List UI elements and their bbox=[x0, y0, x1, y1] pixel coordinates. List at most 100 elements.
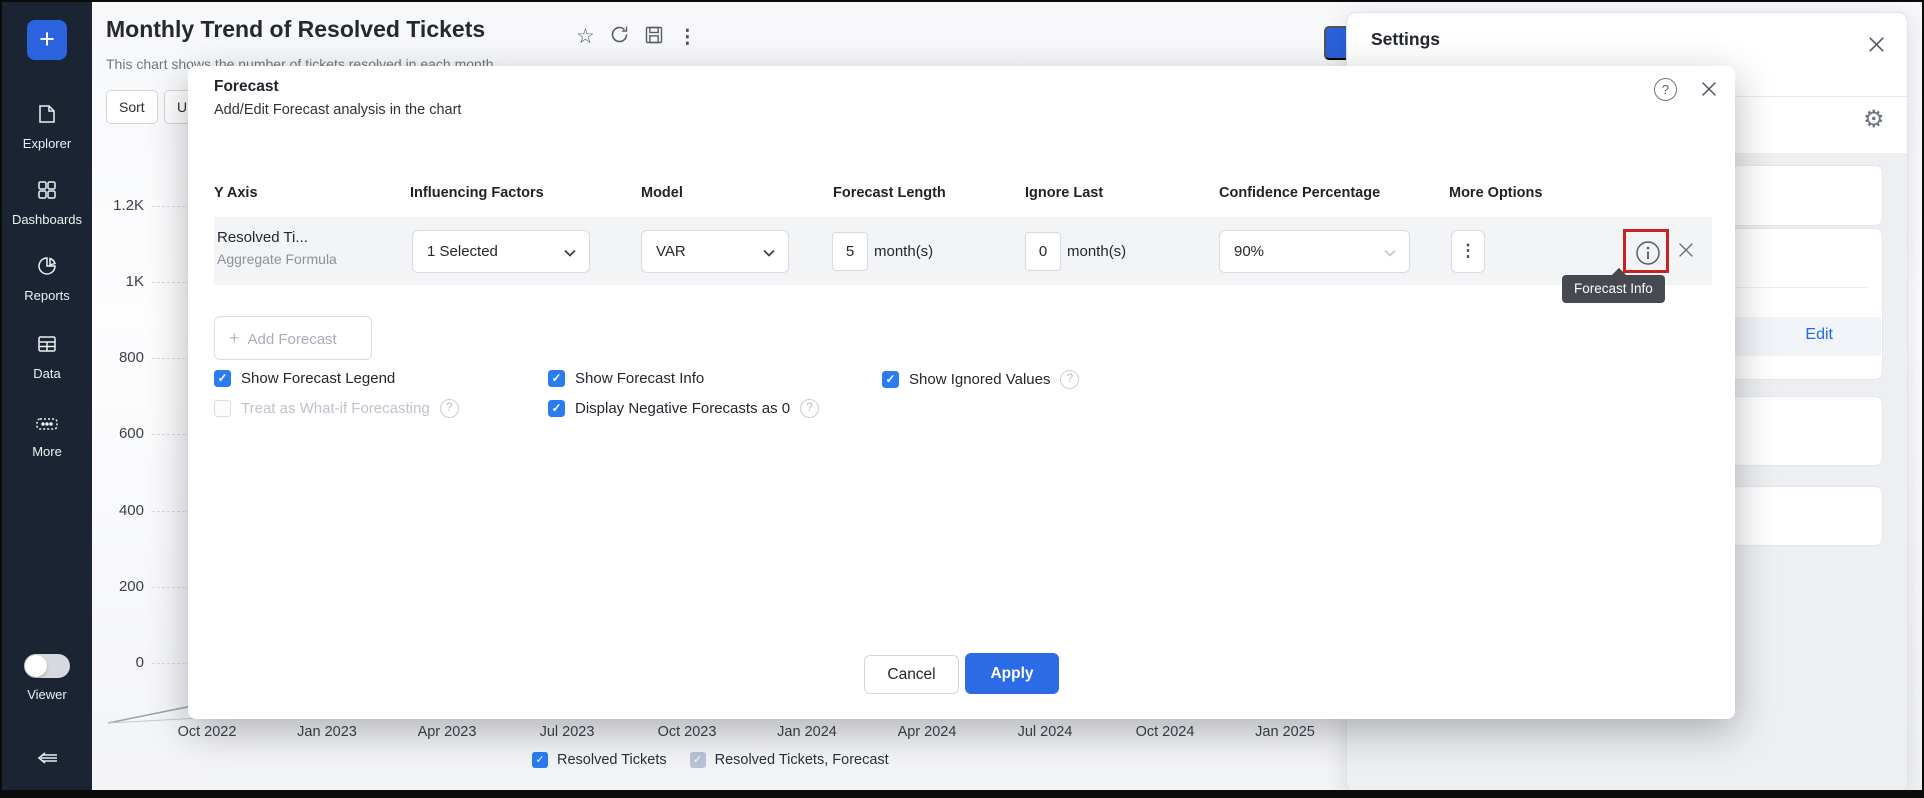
model-dropdown[interactable]: VAR bbox=[641, 230, 789, 273]
checkbox-display-negative-forecasts[interactable]: ✓ Display Negative Forecasts as 0 ? bbox=[548, 399, 819, 418]
sidebar-item-label: Data bbox=[2, 366, 92, 381]
sidebar-item-dashboards[interactable]: Dashboards bbox=[2, 178, 92, 227]
chevron-down-icon bbox=[763, 249, 775, 257]
gear-icon[interactable]: ⚙ bbox=[1863, 105, 1885, 134]
more-kebab-icon[interactable]: ⋮ bbox=[678, 26, 697, 49]
checkbox-checked-icon[interactable]: ✓ bbox=[548, 370, 565, 387]
legend-checkbox-resolved-tickets[interactable]: ✓ bbox=[532, 752, 548, 768]
title-toolbar: ☆ ⋮ bbox=[576, 24, 697, 50]
forecast-row: Resolved Ti... Aggregate Formula 1 Selec… bbox=[214, 217, 1712, 285]
apply-button[interactable]: Apply bbox=[965, 653, 1059, 694]
x-tick: Jan 2023 bbox=[297, 724, 357, 740]
checkbox-checked-icon[interactable]: ✓ bbox=[548, 400, 565, 417]
column-header-model: Model bbox=[641, 185, 683, 201]
sort-button[interactable]: Sort bbox=[106, 90, 158, 124]
collapse-sidebar-icon[interactable] bbox=[35, 747, 61, 774]
sidebar-item-data[interactable]: Data bbox=[2, 332, 92, 381]
add-forecast-button[interactable]: +Add Forecast bbox=[214, 316, 372, 360]
help-icon[interactable]: ? bbox=[1060, 370, 1079, 389]
y-tick: 600 bbox=[98, 425, 144, 442]
help-icon[interactable]: ? bbox=[440, 399, 459, 418]
edit-link[interactable]: Edit bbox=[1805, 326, 1833, 344]
x-tick: Oct 2022 bbox=[178, 724, 237, 740]
viewer-mode-toggle[interactable] bbox=[24, 654, 70, 678]
checkbox-label: Show Forecast Legend bbox=[241, 370, 395, 387]
left-nav-sidebar: + Explorer Dashboards Reports Data bbox=[2, 2, 92, 790]
remove-forecast-icon[interactable] bbox=[1675, 239, 1697, 266]
checkbox-checked-icon[interactable]: ✓ bbox=[882, 371, 899, 388]
y-axis-field-name: Resolved Ti... bbox=[217, 229, 308, 246]
cancel-button[interactable]: Cancel bbox=[864, 655, 959, 694]
y-tick: 200 bbox=[98, 578, 144, 595]
x-tick: Jul 2023 bbox=[540, 724, 595, 740]
checkbox-show-forecast-legend[interactable]: ✓ Show Forecast Legend bbox=[214, 370, 395, 387]
modal-close-icon[interactable] bbox=[1698, 78, 1720, 105]
sidebar-item-label: Reports bbox=[2, 288, 92, 303]
create-new-button[interactable]: + bbox=[27, 20, 67, 60]
y-tick: 0 bbox=[98, 654, 144, 671]
settings-close-icon[interactable] bbox=[1865, 33, 1888, 61]
modal-title: Forecast bbox=[214, 78, 279, 96]
favorite-star-icon[interactable]: ☆ bbox=[576, 26, 595, 48]
checkbox-treat-as-what-if[interactable]: Treat as What-if Forecasting ? bbox=[214, 399, 459, 418]
checkbox-show-forecast-info[interactable]: ✓ Show Forecast Info bbox=[548, 370, 704, 387]
viewer-toggle-label: Viewer bbox=[2, 687, 92, 702]
y-tick: 1K bbox=[98, 273, 144, 290]
x-tick: Apr 2023 bbox=[418, 724, 477, 740]
model-value: VAR bbox=[656, 243, 686, 260]
chart-legend: ✓ Resolved Tickets ✓ Resolved Tickets, F… bbox=[532, 752, 903, 768]
forecast-length-input[interactable]: 5 bbox=[832, 232, 868, 271]
checkbox-show-ignored-values[interactable]: ✓ Show Ignored Values ? bbox=[882, 370, 1079, 389]
influencing-factors-value: 1 Selected bbox=[427, 243, 498, 260]
modal-help-icon[interactable]: ? bbox=[1654, 78, 1677, 101]
legend-label: Resolved Tickets bbox=[557, 752, 667, 768]
page-title: Monthly Trend of Resolved Tickets bbox=[106, 16, 485, 43]
ignore-last-input[interactable]: 0 bbox=[1025, 232, 1061, 271]
app-window: Monthly Trend of Resolved Tickets This c… bbox=[0, 0, 1924, 798]
modal-subtitle: Add/Edit Forecast analysis in the chart bbox=[214, 102, 461, 118]
help-icon[interactable]: ? bbox=[800, 399, 819, 418]
y-tick: 800 bbox=[98, 349, 144, 366]
column-header-forecast-length: Forecast Length bbox=[833, 185, 946, 201]
sidebar-item-reports[interactable]: Reports bbox=[2, 254, 92, 303]
checkbox-label: Show Ignored Values bbox=[909, 371, 1050, 388]
y-tick: 400 bbox=[98, 502, 144, 519]
column-header-influencing-factors: Influencing Factors bbox=[410, 185, 544, 201]
y-axis-aggregate-label: Aggregate Formula bbox=[217, 251, 337, 267]
x-tick: Oct 2023 bbox=[658, 724, 717, 740]
x-tick: Jan 2024 bbox=[777, 724, 837, 740]
x-tick: Oct 2024 bbox=[1136, 724, 1195, 740]
legend-checkbox-forecast[interactable]: ✓ bbox=[690, 752, 706, 768]
x-tick: Jul 2024 bbox=[1018, 724, 1073, 740]
checkbox-checked-icon[interactable]: ✓ bbox=[214, 370, 231, 387]
settings-panel-title: Settings bbox=[1371, 29, 1440, 50]
pie-chart-icon bbox=[35, 254, 59, 278]
sidebar-item-label: Dashboards bbox=[2, 212, 92, 227]
forecast-info-highlight-box bbox=[1623, 229, 1669, 273]
more-options-kebab-button[interactable]: ⋮ bbox=[1451, 230, 1485, 273]
folder-icon bbox=[35, 102, 59, 126]
forecast-info-icon[interactable] bbox=[1635, 240, 1661, 271]
save-icon[interactable] bbox=[644, 25, 664, 50]
confidence-percentage-value: 90% bbox=[1234, 243, 1264, 260]
sidebar-item-more[interactable]: More bbox=[2, 414, 92, 459]
column-header-ignore-last: Ignore Last bbox=[1025, 185, 1103, 201]
x-tick: Apr 2024 bbox=[898, 724, 957, 740]
y-tick: 1.2K bbox=[98, 197, 144, 214]
refresh-icon[interactable] bbox=[609, 24, 630, 50]
checkbox-label: Treat as What-if Forecasting bbox=[241, 400, 430, 417]
table-icon bbox=[35, 332, 59, 356]
column-header-confidence-percentage: Confidence Percentage bbox=[1219, 185, 1380, 201]
forecast-length-unit: month(s) bbox=[874, 243, 933, 260]
chevron-down-icon bbox=[564, 249, 576, 257]
ellipsis-icon bbox=[34, 414, 60, 434]
confidence-percentage-dropdown[interactable]: 90% bbox=[1219, 230, 1410, 273]
sidebar-item-label: Explorer bbox=[2, 136, 92, 151]
toggle-knob bbox=[25, 655, 47, 677]
checkbox-unchecked-icon[interactable] bbox=[214, 400, 231, 417]
grid-icon bbox=[35, 178, 59, 202]
column-header-more-options: More Options bbox=[1449, 185, 1542, 201]
influencing-factors-dropdown[interactable]: 1 Selected bbox=[412, 230, 590, 273]
sidebar-item-explorer[interactable]: Explorer bbox=[2, 102, 92, 151]
tooltip-text: Forecast Info bbox=[1574, 281, 1653, 296]
